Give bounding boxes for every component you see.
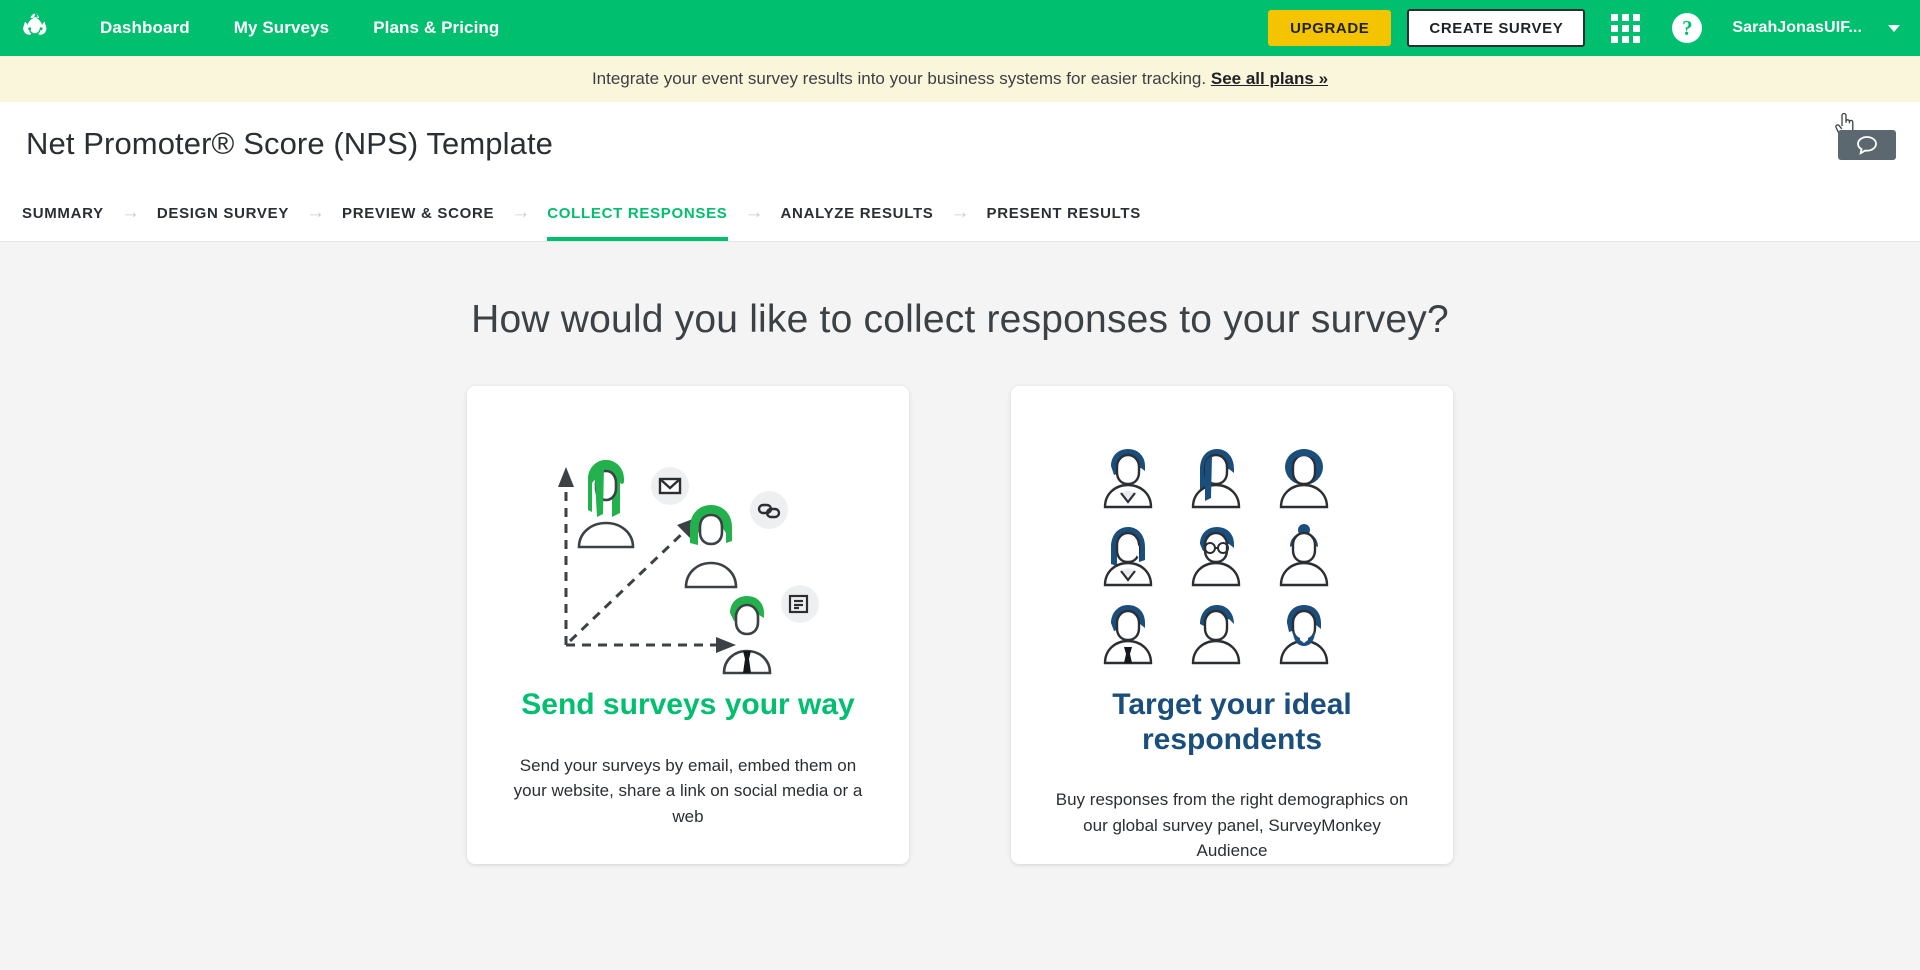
tab-arrow-icon: → [744,202,764,223]
surveymonkey-logo-icon[interactable] [14,10,56,46]
nine-avatars-grid-illustration [1101,442,1363,678]
card-target-ideal-respondents[interactable]: Target your ideal respondents Buy respon… [1011,386,1453,864]
nav-link-my-surveys[interactable]: My Surveys [212,18,352,38]
speech-bubble-icon [1857,136,1877,156]
nav-link-dashboard[interactable]: Dashboard [78,18,212,38]
card-send-surveys-your-way[interactable]: Send surveys your way Send your surveys … [467,386,909,864]
feedback-tab-button[interactable] [1838,130,1896,160]
survey-title-bar: Net Promoter® Score (NPS) Template [0,102,1920,186]
tab-arrow-icon: → [511,202,531,223]
page-title: Net Promoter® Score (NPS) Template [26,126,554,161]
card-body-target-respondents: Buy responses from the right demographic… [1055,790,1409,860]
tab-design-survey[interactable]: DESIGN SURVEY [157,185,289,241]
promo-banner: Integrate your event survey results into… [0,56,1920,102]
apps-grid-icon[interactable] [1611,13,1641,43]
create-survey-button[interactable]: CREATE SURVEY [1407,9,1586,47]
promo-banner-text: Integrate your event survey results into… [591,69,1207,88]
tab-arrow-icon: → [950,202,970,223]
collect-responses-heading: How would you like to collect responses … [471,298,1449,341]
card-title-target-respondents: Target your ideal respondents [1112,688,1352,756]
tab-analyze-results[interactable]: ANALYZE RESULTS [781,185,934,241]
nav-right-group: UPGRADE CREATE SURVEY ? SarahJonasUIF... [1268,9,1900,47]
nav-link-plans-pricing[interactable]: Plans & Pricing [351,18,521,38]
chevron-down-icon[interactable] [1888,24,1900,32]
tab-arrow-icon: → [120,202,140,223]
people-channels-growth-chart-illustration [538,442,838,678]
tab-summary[interactable]: SUMMARY [22,185,104,241]
top-navigation-bar: Dashboard My Surveys Plans & Pricing UPG… [0,0,1920,56]
card-title-send-surveys: Send surveys your way [521,688,855,721]
tab-present-results[interactable]: PRESENT RESULTS [987,185,1141,241]
card-body-send-surveys: Send your surveys by email, embed them o… [513,755,863,826]
account-menu-username[interactable]: SarahJonasUIF... [1732,19,1862,37]
upgrade-button[interactable]: UPGRADE [1268,10,1392,46]
primary-nav-links: Dashboard My Surveys Plans & Pricing [78,18,521,38]
tab-preview-score[interactable]: PREVIEW & SCORE [342,185,494,241]
tab-arrow-icon: → [306,202,326,223]
collector-option-cards: Send surveys your way Send your surveys … [0,386,1920,864]
help-question-icon[interactable]: ? [1672,13,1703,43]
see-all-plans-link[interactable]: See all plans » [1211,69,1328,89]
tab-collect-responses[interactable]: COLLECT RESPONSES [547,185,728,241]
main-content: How would you like to collect responses … [0,242,1920,969]
survey-workflow-tabs: SUMMARY → DESIGN SURVEY → PREVIEW & SCOR… [0,186,1920,242]
